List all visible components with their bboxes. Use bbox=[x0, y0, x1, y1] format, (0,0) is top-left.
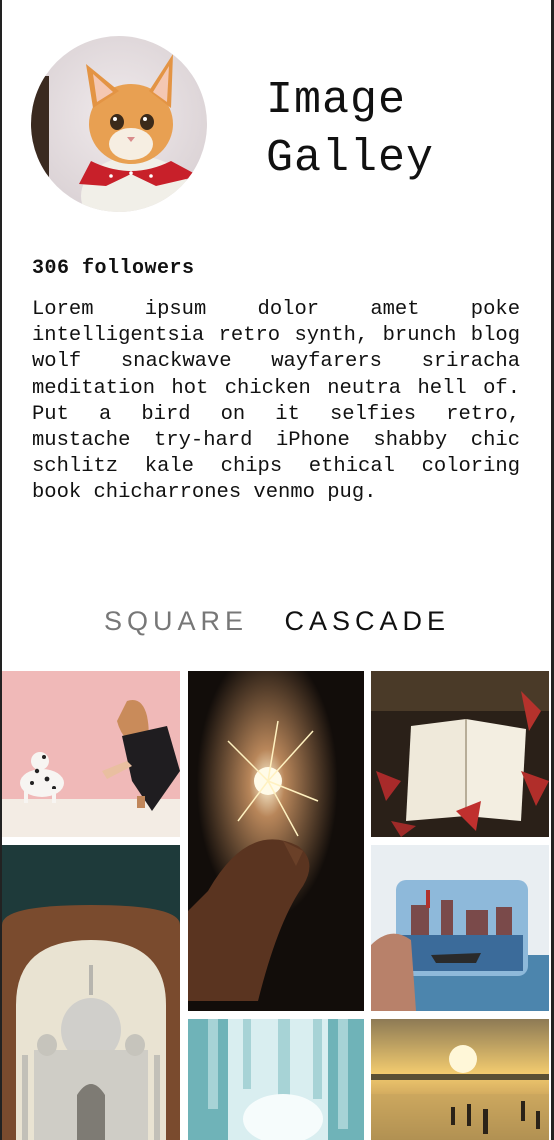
page-title: Image Galley bbox=[266, 72, 434, 188]
profile-avatar[interactable] bbox=[31, 36, 207, 212]
taj-mahal-arch-photo[interactable] bbox=[2, 845, 180, 1140]
tab-square[interactable]: SQUARE bbox=[104, 606, 248, 637]
frozen-waterfall-photo[interactable] bbox=[188, 1019, 364, 1140]
woman-with-dalmatian-photo[interactable] bbox=[2, 671, 180, 837]
postcard-over-water-photo[interactable] bbox=[371, 845, 549, 1011]
page-title-line-1: Image bbox=[266, 75, 407, 126]
cat-avatar-image bbox=[31, 36, 207, 212]
view-mode-tabs: SQUARE CASCADE bbox=[0, 606, 554, 637]
page-title-line-2: Galley bbox=[266, 133, 435, 184]
profile-bio: Lorem ipsum dolor amet poke intelligents… bbox=[32, 298, 520, 505]
beach-sunset-photo[interactable] bbox=[371, 1019, 549, 1140]
followers-count: 306 followers bbox=[32, 257, 195, 280]
tab-cascade[interactable]: CASCADE bbox=[285, 606, 451, 637]
sparkler-in-hand-photo[interactable] bbox=[188, 671, 364, 1011]
open-book-with-leaves-photo[interactable] bbox=[371, 671, 549, 837]
